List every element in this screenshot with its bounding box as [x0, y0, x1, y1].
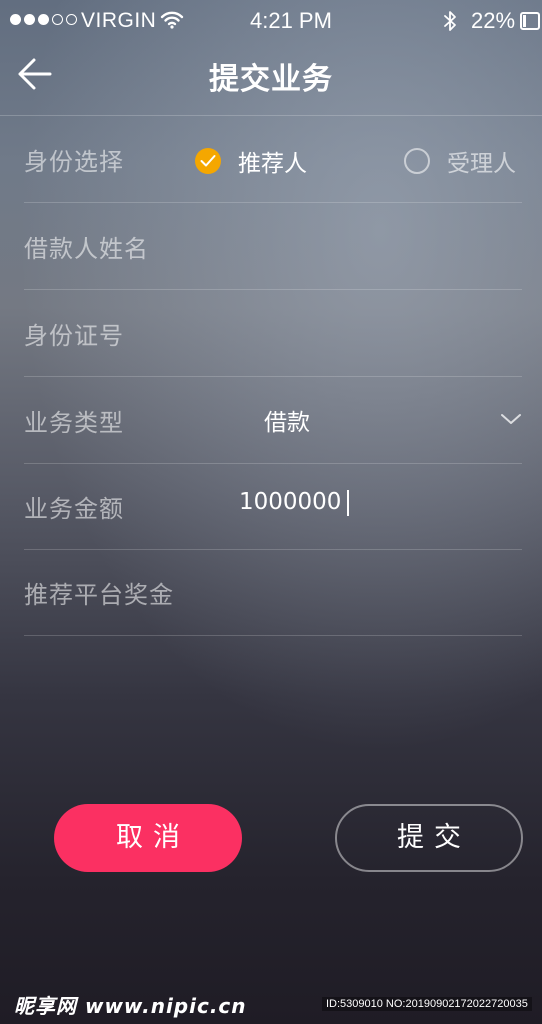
amount-value: 1000000: [239, 489, 350, 516]
battery-percentage: 22%: [471, 8, 516, 33]
amount-input[interactable]: 1000000: [234, 463, 522, 549]
submit-button[interactable]: 提交: [335, 804, 523, 872]
platform-bonus-field[interactable]: 推荐平台奖金: [24, 549, 522, 636]
status-time: 4:21 PM: [250, 8, 332, 33]
signal-dot: [52, 14, 63, 25]
radio-unchecked-icon: [404, 148, 430, 174]
borrower-name-field[interactable]: 借款人姓名: [24, 203, 522, 290]
bluetooth-icon: [442, 10, 458, 36]
signal-dot: [66, 14, 77, 25]
cancel-button[interactable]: 取消: [54, 804, 242, 872]
amount-label: 业务金额: [24, 495, 124, 523]
signal-dot: [10, 14, 21, 25]
watermark-id: ID:5309010 NO:20190902172022720035: [322, 997, 532, 1011]
platform-bonus-label: 推荐平台奖金: [24, 581, 174, 609]
chevron-down-icon: [500, 411, 522, 430]
identity-label: 身份选择: [24, 148, 124, 176]
battery-icon: [520, 12, 540, 30]
radio-referrer[interactable]: 推荐人: [195, 144, 307, 178]
radio-checked-icon: [195, 148, 221, 174]
text-caret: [347, 489, 350, 516]
radio-handler-label: 受理人: [447, 151, 516, 177]
id-number-field[interactable]: 身份证号: [24, 290, 522, 377]
signal-strength-icon: [10, 14, 77, 25]
identity-row: 身份选择 推荐人 受理人: [24, 116, 522, 203]
signal-dot: [24, 14, 35, 25]
business-type-select[interactable]: 借款: [254, 377, 522, 463]
radio-handler[interactable]: 受理人: [404, 144, 516, 178]
radio-referrer-label: 推荐人: [238, 151, 307, 177]
business-type-row: 业务类型 借款: [24, 377, 522, 464]
borrower-name-label: 借款人姓名: [24, 235, 149, 263]
amount-value-text: 1000000: [239, 489, 342, 515]
status-bar: VIRGIN 4:21 PM 22%: [0, 0, 542, 40]
amount-row: 业务金额 1000000: [24, 463, 522, 550]
navigation-bar: 提交业务: [0, 40, 542, 116]
wifi-icon: [160, 11, 184, 33]
battery-level: [523, 15, 526, 27]
business-type-label: 业务类型: [24, 409, 124, 437]
signal-dot: [38, 14, 49, 25]
carrier-name: VIRGIN: [81, 9, 157, 32]
page-title: 提交业务: [209, 62, 333, 97]
business-type-value: 借款: [264, 410, 310, 436]
watermark-logo: 昵享网 www.nipic.cn: [14, 994, 247, 1018]
id-number-label: 身份证号: [24, 322, 124, 350]
